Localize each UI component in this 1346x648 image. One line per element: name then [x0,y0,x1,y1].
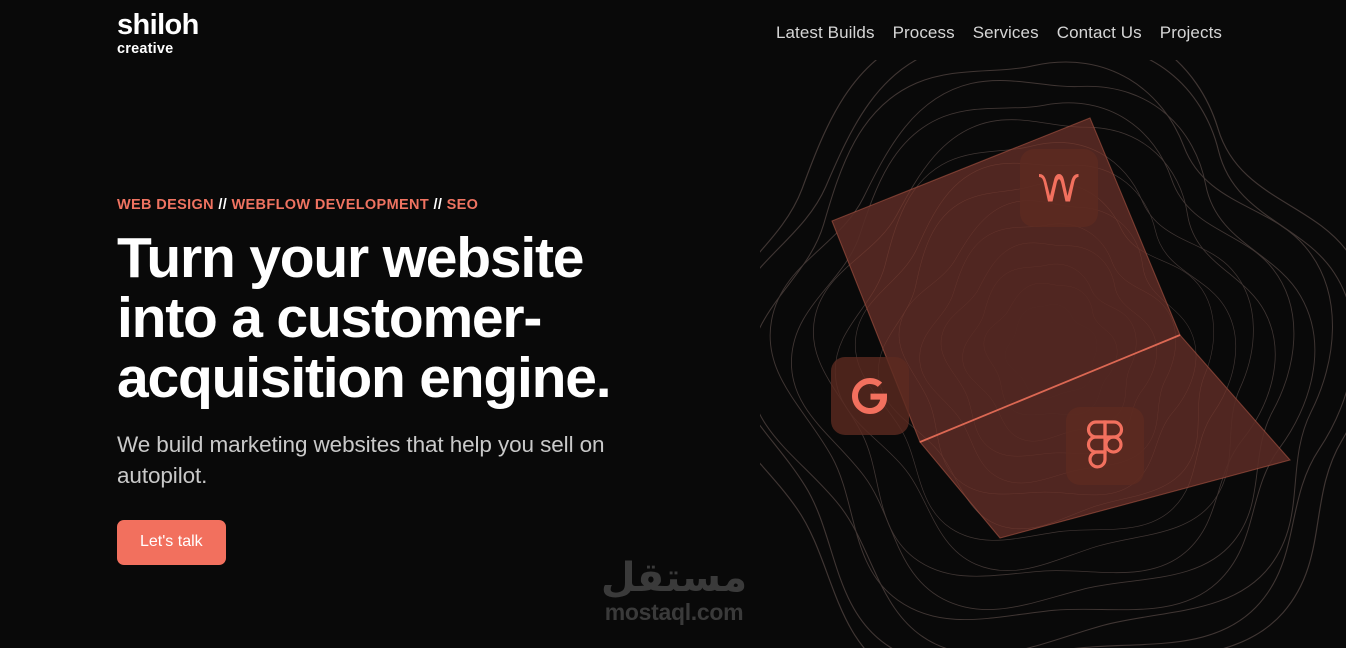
watermark-latin-text: mostaql.com [604,599,744,625]
logo[interactable]: shiloh creative [117,9,199,58]
logo-main-text: shiloh [117,9,199,41]
figma-badge [1066,407,1144,485]
hero-text-block: WEB DESIGN // WEBFLOW DEVELOPMENT // SEO… [117,196,717,565]
hero-eyebrow: WEB DESIGN // WEBFLOW DEVELOPMENT // SEO [117,196,717,214]
mostaql-watermark: مستقل mostaql.com [588,558,760,625]
nav-item-contact-us[interactable]: Contact Us [1048,23,1151,43]
webflow-badge [1020,149,1098,227]
google-badge [831,357,909,435]
watermark-arabic-text: مستقل [600,555,748,601]
webflow-icon [1037,172,1081,204]
hero-subheadline: We build marketing websites that help yo… [117,432,605,488]
hero-eyebrow-part-3: SEO [446,197,479,213]
logo-sub-text: creative [117,41,174,57]
lets-talk-button[interactable]: Let's talk [117,520,226,565]
landing-page: shiloh creative Latest Builds Process Se… [0,0,1346,648]
hero-eyebrow-separator-2: // [433,197,443,213]
hero-eyebrow-separator-1: // [218,197,228,213]
nav-item-projects[interactable]: Projects [1151,23,1231,43]
hero-eyebrow-part-1: WEB DESIGN [117,197,214,213]
nav-item-process[interactable]: Process [884,23,964,43]
hero-eyebrow-part-2: WEBFLOW DEVELOPMENT [231,197,430,213]
nav-item-services[interactable]: Services [964,23,1048,43]
nav-item-latest-builds[interactable]: Latest Builds [767,23,884,43]
site-header: shiloh creative Latest Builds Process Se… [0,0,1346,70]
main-navigation: Latest Builds Process Services Contact U… [767,23,1231,43]
hero-headline: Turn your website into a customer-acquis… [117,226,612,410]
figma-icon [1086,419,1124,473]
google-icon [849,375,891,417]
